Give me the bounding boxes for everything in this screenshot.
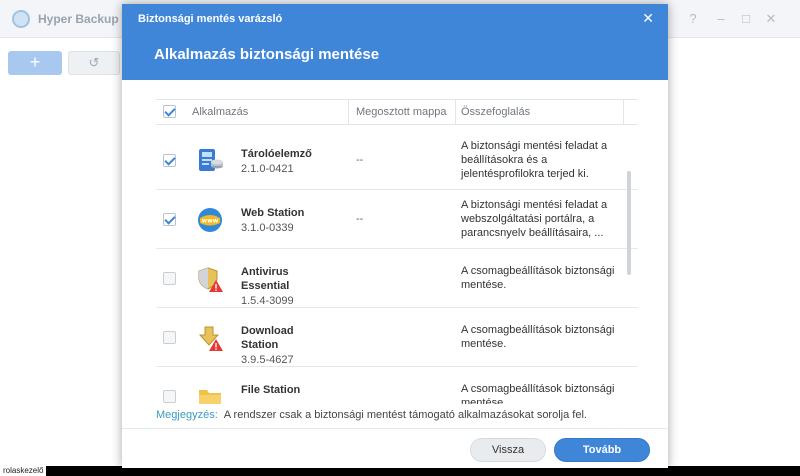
dialog-header: Biztonsági mentés varázsló ✕ Alkalmazás … (122, 4, 668, 80)
application-list: Tárolóelemző 2.1.0-0421 -- A biztonsági … (156, 131, 638, 404)
taskbar-label[interactable]: rolaskezelő (0, 466, 47, 476)
column-divider[interactable] (623, 100, 624, 124)
app-version: 2.1.0-0421 (241, 163, 294, 175)
close-window-icon[interactable]: ✕ (764, 11, 778, 27)
summary-text: A biztonsági mentési feladat a webszolgá… (461, 199, 608, 239)
table-row[interactable]: File Station A csomagbeállítások biztons… (156, 367, 638, 404)
shared-folder-value: -- (356, 154, 364, 166)
svg-text:www: www (202, 218, 219, 225)
column-header-shared-folder[interactable]: Megosztott mappa (356, 100, 447, 124)
column-header-application[interactable]: Alkalmazás (192, 100, 248, 124)
file-station-icon (199, 390, 221, 404)
app-name: Web Station 3.1.0-0339 (241, 206, 331, 235)
app-name: File Station (241, 383, 331, 398)
app-name-text: Download Station (241, 325, 294, 351)
row-checkbox[interactable] (163, 154, 176, 167)
note-label: Megjegyzés: (156, 409, 218, 421)
table-row[interactable]: Download Station 3.9.5-4627 A csomagbeál… (156, 308, 638, 367)
list-scrollbar[interactable] (627, 171, 631, 275)
shared-folder-value: -- (356, 213, 364, 225)
app-version: 3.9.5-4627 (241, 354, 294, 366)
table-row[interactable]: www Web Station 3.1.0-0339 -- A biztonsá… (156, 190, 638, 249)
app-name-text: File Station (241, 384, 301, 396)
app-version: 3.1.0-0339 (241, 222, 294, 234)
note-text: A rendszer csak a biztonsági mentést tám… (223, 409, 587, 421)
summary-text: A biztonsági mentési feladat a beállítás… (461, 140, 608, 180)
app-name-text: Antivirus Essential (241, 266, 290, 292)
maximize-icon[interactable]: □ (739, 11, 753, 26)
minimize-icon[interactable]: – (714, 11, 728, 26)
select-all-checkbox[interactable] (163, 105, 176, 118)
app-version: 1.5.4-3099 (241, 295, 294, 307)
row-checkbox[interactable] (163, 390, 176, 403)
app-name-text: Web Station (241, 207, 305, 219)
table-row[interactable]: Tárolóelemző 2.1.0-0421 -- A biztonsági … (156, 131, 638, 190)
next-button[interactable]: Tovább (554, 438, 650, 462)
backup-wizard-dialog: Biztonsági mentés varázsló ✕ Alkalmazás … (122, 4, 668, 468)
antivirus-icon (198, 267, 223, 292)
download-station-icon (198, 326, 223, 351)
table-header: Alkalmazás Megosztott mappa Összefoglalá… (156, 99, 638, 125)
restore-history-button[interactable]: ↺ (68, 51, 120, 75)
row-checkbox[interactable] (163, 272, 176, 285)
summary-text: A csomagbeállítások biztonsági mentése. (461, 265, 615, 291)
app-name: Download Station 3.9.5-4627 (241, 324, 331, 367)
help-icon[interactable]: ? (686, 11, 700, 26)
web-station-icon: www (198, 208, 222, 232)
row-checkbox[interactable] (163, 331, 176, 344)
app-title: Hyper Backup (38, 12, 119, 26)
close-icon[interactable]: ✕ (642, 11, 654, 25)
footer-divider (122, 428, 668, 429)
column-header-summary[interactable]: Összefoglalás (461, 100, 530, 124)
hyper-backup-logo-icon (12, 10, 30, 28)
row-checkbox[interactable] (163, 213, 176, 226)
dialog-heading: Alkalmazás biztonsági mentése (154, 46, 380, 63)
back-button[interactable]: Vissza (470, 438, 546, 462)
app-name: Tárolóelemző 2.1.0-0421 (241, 147, 331, 176)
app-name-text: Tárolóelemző (241, 148, 312, 160)
table-row[interactable]: Antivirus Essential 1.5.4-3099 A csomagb… (156, 249, 638, 308)
note: Megjegyzés: A rendszer csak a biztonsági … (156, 409, 587, 421)
dialog-window-title: Biztonsági mentés varázsló (138, 13, 283, 25)
column-divider[interactable] (455, 100, 456, 124)
summary-text: A csomagbeállítások biztonsági mentése. (461, 383, 615, 404)
storage-analyzer-icon (199, 149, 223, 171)
column-divider[interactable] (348, 100, 349, 124)
summary-text: A csomagbeállítások biztonsági mentése. (461, 324, 615, 350)
app-name: Antivirus Essential 1.5.4-3099 (241, 265, 331, 308)
add-task-button[interactable]: + (8, 51, 62, 75)
